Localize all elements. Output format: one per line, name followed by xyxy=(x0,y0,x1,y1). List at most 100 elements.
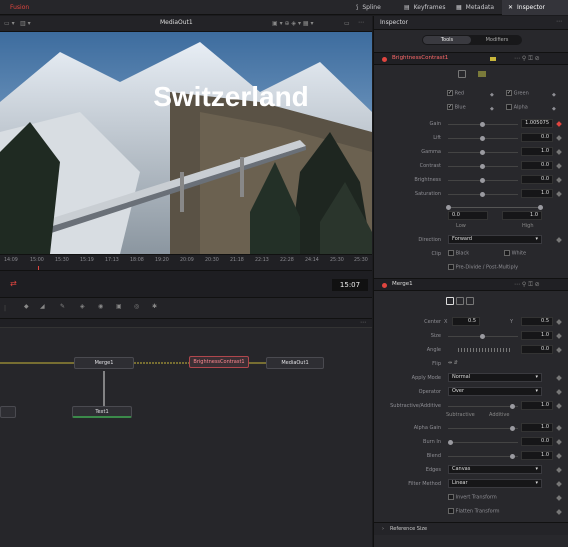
brightness-slider[interactable] xyxy=(448,178,518,183)
filter-keyframe-icon[interactable] xyxy=(556,481,562,487)
saturation-keyframe-icon[interactable] xyxy=(556,191,562,197)
red-checkbox[interactable]: ✓ Red xyxy=(447,90,464,97)
contrast-keyframe-icon[interactable] xyxy=(556,163,562,169)
merge-tool-icon[interactable]: ◉ xyxy=(98,303,103,310)
burn-in-keyframe-icon[interactable] xyxy=(556,439,562,445)
predivide-checkbox[interactable]: Pre-Divide / Post-Multiply xyxy=(448,264,518,271)
contrast-knob[interactable] xyxy=(480,164,485,169)
alpha-kf-dot[interactable]: ◆ xyxy=(552,106,556,112)
direction-dropdown[interactable]: Forward ▾ xyxy=(448,235,542,244)
blend-knob[interactable] xyxy=(510,454,515,459)
inspector-more-icon[interactable]: ⋯ xyxy=(556,18,562,25)
blue-kf-dot[interactable]: ◆ xyxy=(490,106,494,112)
merge-enable-dot[interactable] xyxy=(382,283,387,288)
blend-field[interactable]: 1.0 xyxy=(521,451,553,460)
blend-keyframe-icon[interactable] xyxy=(556,453,562,459)
node-text[interactable]: Text1 xyxy=(72,406,132,418)
merge-header-icons[interactable]: ⋯ ⚲ ⚿ ⊘ xyxy=(514,281,540,289)
fusion-tab[interactable]: Fusion xyxy=(4,0,35,15)
subadd-knob[interactable] xyxy=(510,404,515,409)
particle-tool-icon[interactable]: ✱ xyxy=(152,303,157,310)
size-knob[interactable] xyxy=(480,334,485,339)
subadd-keyframe-icon[interactable] xyxy=(556,403,562,409)
mask-tool-icon[interactable]: ◈ xyxy=(80,303,85,310)
alpha-gain-keyframe-icon[interactable] xyxy=(556,425,562,431)
burn-in-field[interactable]: 0.0 xyxy=(521,437,553,446)
center-y-field[interactable]: 0.5 xyxy=(521,317,553,326)
paint-tool-icon[interactable]: ◢ xyxy=(40,303,45,310)
alpha-gain-slider[interactable] xyxy=(448,426,518,431)
gamma-keyframe-icon[interactable] xyxy=(556,149,562,155)
burn-in-knob[interactable] xyxy=(448,440,453,445)
bc-header-icons[interactable]: ⋯ ⚲ ⚿ ⊘ xyxy=(514,55,540,63)
gamma-field[interactable]: 1.0 xyxy=(521,147,553,156)
bc-color-swatch[interactable] xyxy=(490,57,496,61)
node-merge[interactable]: Merge1 xyxy=(74,357,134,369)
range-slider[interactable] xyxy=(446,205,543,210)
flatten-keyframe-icon[interactable] xyxy=(556,509,562,515)
lift-slider[interactable] xyxy=(448,136,518,141)
lift-knob[interactable] xyxy=(480,136,485,141)
flip-icons[interactable]: ⇹ ⇵ xyxy=(448,360,458,366)
white-checkbox[interactable]: White xyxy=(504,250,526,257)
operator-dropdown[interactable]: Over ▾ xyxy=(448,387,542,396)
reference-size-section[interactable]: › Reference Size xyxy=(374,522,568,535)
subadd-field[interactable]: 1.0 xyxy=(521,401,553,410)
invert-keyframe-icon[interactable] xyxy=(556,495,562,501)
saturation-knob[interactable] xyxy=(480,192,485,197)
bc-enable-dot[interactable] xyxy=(382,57,387,62)
brightness-keyframe-icon[interactable] xyxy=(556,177,562,183)
gamma-slider[interactable] xyxy=(448,150,518,155)
text-tool-icon[interactable]: ✎ xyxy=(60,303,65,310)
alpha-checkbox[interactable]: Alpha xyxy=(506,104,528,111)
background-tool-icon[interactable]: ◆ xyxy=(24,303,29,310)
node-editor[interactable]: ⋯ Merge1 BrightnessContrast1 MediaOut1 T… xyxy=(0,319,372,547)
tab-keyframes[interactable]: ▤ Keyframes xyxy=(398,0,451,15)
node-brightness-contrast[interactable]: BrightnessContrast1 xyxy=(189,356,249,368)
tab-spline[interactable]: ⟆ Spline xyxy=(350,0,387,15)
range-high-knob[interactable] xyxy=(538,205,543,210)
angle-keyframe-icon[interactable] xyxy=(556,347,562,353)
viewer-fit-icon[interactable]: ▭ xyxy=(344,20,350,27)
node-offscreen[interactable] xyxy=(0,406,16,418)
center-keyframe-icon[interactable] xyxy=(556,319,562,325)
operator-keyframe-icon[interactable] xyxy=(556,389,562,395)
time-ruler[interactable]: 14:09 15:00 15:30 15:19 17:13 18:08 19:2… xyxy=(0,254,372,271)
tab-metadata[interactable]: ▦ Metadata xyxy=(450,0,500,15)
filter-dropdown[interactable]: Linear ▾ xyxy=(448,479,542,488)
alpha-gain-field[interactable]: 1.0 xyxy=(521,423,553,432)
tab-inspector[interactable]: ✕ Inspector xyxy=(502,0,568,15)
viewer-split-icon[interactable]: ▥ ▾ xyxy=(20,20,31,27)
apply-mode-dropdown[interactable]: Normal ▾ xyxy=(448,373,542,382)
merge-tabs-icon[interactable] xyxy=(446,297,474,307)
green-kf-dot[interactable]: ◆ xyxy=(552,92,556,98)
merge-tool-header[interactable]: Merge1 ⋯ ⚲ ⚿ ⊘ xyxy=(374,278,568,291)
alpha-gain-knob[interactable] xyxy=(510,426,515,431)
viewer-more-icon[interactable]: ⋯ xyxy=(358,19,364,26)
tab-modifiers[interactable]: Modifiers xyxy=(473,36,521,44)
transform-tool-icon[interactable]: ▣ xyxy=(116,303,122,310)
gain-field[interactable]: 1.005075 xyxy=(521,119,553,128)
contrast-field[interactable]: 0.0 xyxy=(521,161,553,170)
tab-tools[interactable]: Tools xyxy=(423,36,471,44)
gain-keyframe-icon[interactable] xyxy=(556,121,562,127)
viewer-controls-icon[interactable]: ▣ ▾ ⊕ ◈ ▾ ▦ ▾ xyxy=(272,20,313,27)
loop-icon[interactable]: ⇄ xyxy=(10,279,17,288)
center-x-field[interactable]: 0.5 xyxy=(452,317,480,326)
gain-slider[interactable] xyxy=(448,122,518,127)
bc-controls-icon[interactable] xyxy=(458,70,466,80)
flatten-checkbox[interactable]: Flatten Transform xyxy=(448,508,500,515)
red-kf-dot[interactable]: ◆ xyxy=(490,92,494,98)
size-keyframe-icon[interactable] xyxy=(556,333,562,339)
gain-knob[interactable] xyxy=(480,122,485,127)
lift-field[interactable]: 0.0 xyxy=(521,133,553,142)
apply-mode-keyframe-icon[interactable] xyxy=(556,375,562,381)
angle-dial[interactable] xyxy=(458,348,510,352)
blend-slider[interactable] xyxy=(448,454,518,459)
saturation-slider[interactable] xyxy=(448,192,518,197)
blur-tool-icon[interactable]: ◎ xyxy=(134,303,139,310)
green-checkbox[interactable]: ✓ Green xyxy=(506,90,529,97)
brightness-knob[interactable] xyxy=(480,178,485,183)
saturation-field[interactable]: 1.0 xyxy=(521,189,553,198)
invert-checkbox[interactable]: Invert Transform xyxy=(448,494,497,501)
